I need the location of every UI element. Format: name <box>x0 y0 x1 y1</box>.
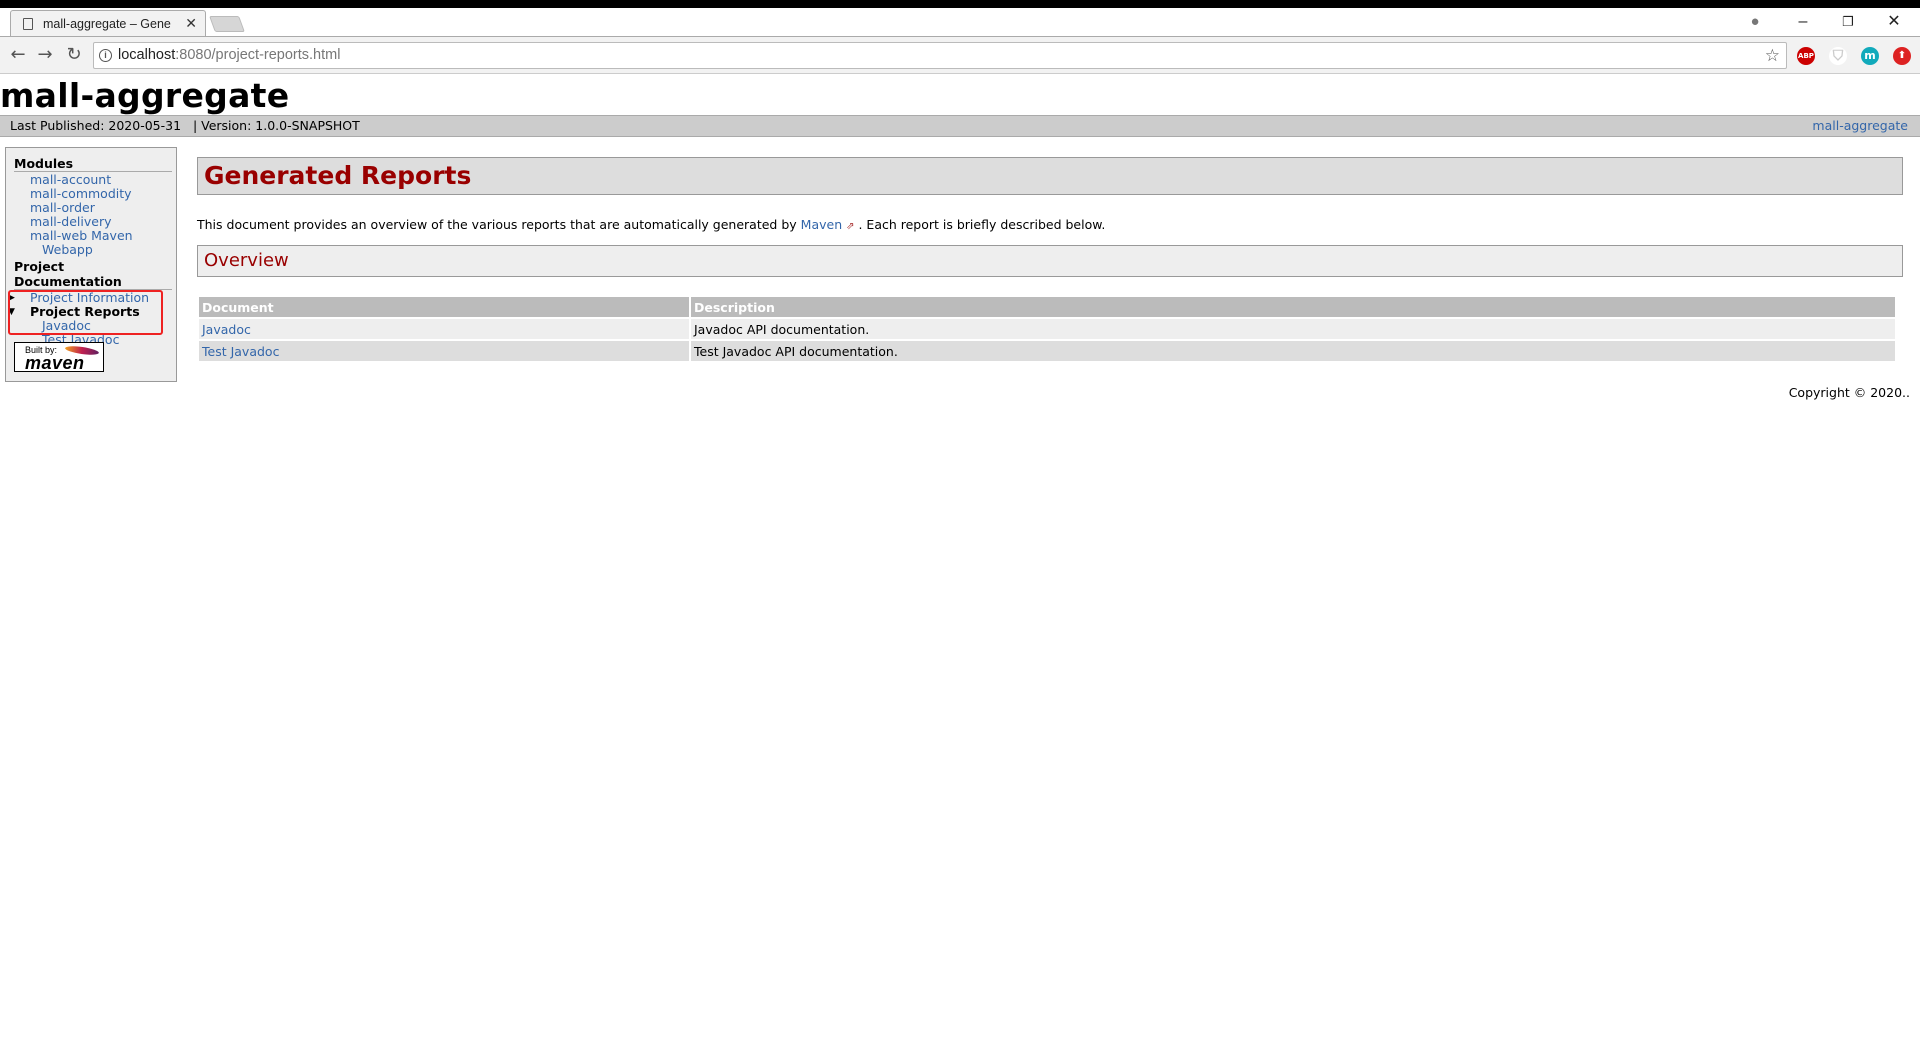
browser-tab[interactable]: mall-aggregate – Gene ✕ <box>10 10 206 36</box>
site-banner: mall-aggregate <box>0 76 290 115</box>
shield-icon[interactable]: ⛉ <box>1829 47 1847 65</box>
address-bar[interactable]: i localhost:8080/project-reports.html ☆ <box>93 42 1787 69</box>
reload-icon[interactable]: ↻ <box>62 43 86 67</box>
description-cell: Javadoc API documentation. <box>691 319 1895 339</box>
table-row: Test Javadoc Test Javadoc API documentat… <box>199 341 1895 361</box>
table-row: Javadoc Javadoc API documentation. <box>199 319 1895 339</box>
last-published: Last Published: 2020-05-31 <box>10 118 182 133</box>
sidebar: Modules mall-account mall-commodity mall… <box>5 147 177 382</box>
upload-extension-icon[interactable]: ⬆ <box>1893 47 1911 65</box>
overview-heading: Overview <box>197 245 1903 277</box>
breadcrumbs-bar: Last Published: 2020-05-31 | Version: 1.… <box>0 115 1920 137</box>
adblock-plus-icon[interactable]: ABP <box>1797 47 1815 65</box>
bookmark-star-icon[interactable]: ☆ <box>1765 43 1780 68</box>
restore-button[interactable]: ❐ <box>1828 8 1868 36</box>
module-link[interactable]: mall-commodity <box>30 186 132 201</box>
column-header-document: Document <box>199 297 689 317</box>
maven-link[interactable]: Maven <box>801 217 842 232</box>
window-top-bar <box>0 0 1920 8</box>
main-content: Generated Reports This document provides… <box>197 157 1903 363</box>
version: | Version: 1.0.0-SNAPSHOT <box>192 118 360 133</box>
copyright: Copyright © 2020.. <box>1788 385 1910 400</box>
module-link[interactable]: mall-order <box>30 200 95 215</box>
new-tab-button[interactable] <box>209 16 245 32</box>
page-title: Generated Reports <box>197 157 1903 195</box>
tab-title: mall-aggregate – Gene <box>43 16 171 31</box>
external-link-icon: ⇗ <box>846 221 855 232</box>
forward-icon[interactable]: → <box>33 43 57 67</box>
intro-text-end: . Each report is briefly described below… <box>854 217 1106 232</box>
close-tab-icon[interactable]: ✕ <box>185 15 197 32</box>
minimize-button[interactable]: – <box>1783 8 1823 36</box>
document-link[interactable]: Test Javadoc <box>202 344 279 359</box>
module-link-continued[interactable]: Webapp <box>42 242 93 257</box>
highlight-box <box>8 290 163 335</box>
profile-icon[interactable]: ● <box>1735 8 1775 36</box>
close-window-button[interactable]: ✕ <box>1874 8 1914 36</box>
module-link[interactable]: mall-web Maven <box>30 228 133 243</box>
intro-paragraph: This document provides an overview of th… <box>197 217 1903 235</box>
m-extension-icon[interactable]: m <box>1861 47 1879 65</box>
document-link[interactable]: Javadoc <box>202 322 251 337</box>
module-link[interactable]: mall-account <box>30 172 111 187</box>
project-documentation-heading: Project Documentation <box>14 259 172 290</box>
url-path: :8080/project-reports.html <box>175 47 341 63</box>
modules-heading: Modules <box>14 156 172 172</box>
tab-strip: mall-aggregate – Gene ✕ <box>0 8 1920 36</box>
intro-text: This document provides an overview of th… <box>197 217 801 232</box>
description-cell: Test Javadoc API documentation. <box>691 341 1895 361</box>
info-icon[interactable]: i <box>99 49 112 62</box>
breadcrumb-home-link[interactable]: mall-aggregate <box>1812 116 1908 136</box>
back-icon[interactable]: ← <box>6 43 30 67</box>
built-by-maven-logo[interactable]: Built by: maven <box>14 342 104 373</box>
maven-logo-text: maven <box>25 353 85 373</box>
column-header-description: Description <box>691 297 1895 317</box>
browser-toolbar: ← → ↻ i localhost:8080/project-reports.h… <box>0 36 1920 74</box>
reports-table: Document Description Javadoc Javadoc API… <box>197 295 1897 363</box>
url-host: localhost <box>118 47 176 63</box>
module-link[interactable]: mall-delivery <box>30 214 112 229</box>
page-icon <box>23 17 33 30</box>
